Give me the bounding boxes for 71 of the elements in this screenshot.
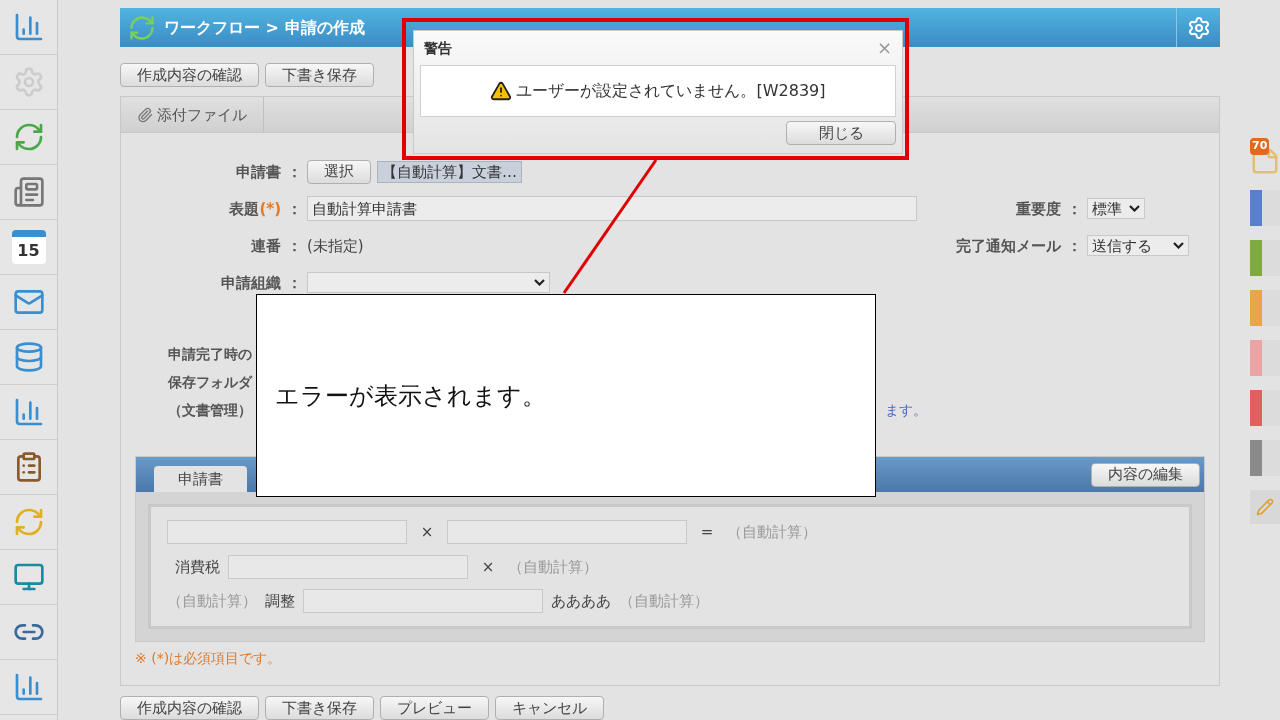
auto-calc-text: （自動計算） xyxy=(727,522,817,544)
paperclip-icon xyxy=(137,106,153,123)
note-text: 申請完了時の xyxy=(168,344,252,364)
color-tab[interactable] xyxy=(1250,440,1280,476)
dropdown[interactable]: 送信する xyxy=(1087,235,1189,257)
input-field[interactable] xyxy=(228,554,468,579)
action-button[interactable]: 作成内容の確認 xyxy=(120,696,259,720)
field-label: 連番 xyxy=(251,235,281,257)
action-button[interactable]: 作成内容の確認 xyxy=(120,63,259,88)
edit-button[interactable]: 内容の編集 xyxy=(1091,462,1200,487)
separator: ： xyxy=(1065,198,1083,220)
document-chip: 【自動計算】文書… xyxy=(377,160,522,183)
attachment-tab[interactable]: 添付ファイル xyxy=(121,97,264,133)
color-tab[interactable] xyxy=(1250,290,1280,326)
required-note: ※ (*)は必須項目です。 xyxy=(135,649,283,669)
chevron-icon xyxy=(1173,242,1184,250)
color-tab[interactable] xyxy=(1250,190,1280,226)
callout-text: エラーが表示されます。 xyxy=(275,380,546,412)
action-button[interactable]: プレビュー xyxy=(380,696,489,720)
field-label: 表題 xyxy=(229,198,260,220)
calendar-icon[interactable]: 15 xyxy=(11,230,46,264)
settings-icon[interactable] xyxy=(1186,15,1211,40)
input-field[interactable]: 自動計算申請書 xyxy=(307,196,917,222)
input-field[interactable] xyxy=(167,520,407,545)
separator: ： xyxy=(285,235,303,257)
dropdown[interactable] xyxy=(307,272,550,294)
chevron-icon xyxy=(1129,205,1140,213)
dialog-message: ユーザーが設定されていません。[W2839] xyxy=(516,80,826,102)
chevron-icon xyxy=(534,279,545,287)
separator: ： xyxy=(1065,235,1083,257)
field-label: 調整 xyxy=(264,591,296,613)
action-button[interactable]: キャンセル xyxy=(495,696,604,720)
close-dialog-button[interactable]: 閉じる xyxy=(786,121,896,145)
field-label: 重要度 xyxy=(1016,198,1061,220)
field-value: (未指定) xyxy=(307,235,364,257)
auto-calc-text: （自動計算） xyxy=(167,591,257,613)
monitor-icon[interactable] xyxy=(12,561,45,593)
workflow-icon xyxy=(128,13,156,42)
color-tab[interactable] xyxy=(1250,240,1280,276)
color-tab[interactable] xyxy=(1250,390,1280,426)
select-button[interactable]: 選択 xyxy=(307,159,371,184)
field-label: ああああ xyxy=(550,591,612,613)
pencil-icon[interactable] xyxy=(1256,498,1274,516)
separator: ： xyxy=(285,272,303,294)
field-label: 申請組織 xyxy=(221,272,281,294)
board-icon[interactable] xyxy=(12,176,45,208)
warning-icon xyxy=(490,80,513,102)
note-text: （文書管理） xyxy=(168,400,252,420)
breadcrumb: ワークフロー > 申請の作成 xyxy=(164,16,365,39)
field-label: 申請書 xyxy=(236,161,281,183)
action-button[interactable]: 下書き保存 xyxy=(265,696,374,720)
action-button[interactable]: 下書き保存 xyxy=(265,63,374,88)
separator: ： xyxy=(285,198,303,220)
link[interactable]: ます。 xyxy=(885,399,927,421)
auto-calc-text: （自動計算） xyxy=(619,591,709,613)
section-tab[interactable]: 申請書 xyxy=(154,466,247,493)
auto-calc-text: （自動計算） xyxy=(508,556,598,578)
field-label: 消費税 xyxy=(174,556,221,578)
input-field[interactable] xyxy=(303,589,543,614)
input-field[interactable] xyxy=(447,520,687,545)
operator: × xyxy=(480,556,496,578)
operator: × xyxy=(419,522,435,544)
note-text: 保存フォルダ xyxy=(168,372,252,392)
color-tab[interactable] xyxy=(1250,340,1280,376)
dropdown[interactable]: 標準 xyxy=(1087,198,1145,220)
count-badge: 70 xyxy=(1250,138,1270,155)
dialog-title: 警告 xyxy=(424,38,452,58)
separator: ： xyxy=(285,161,303,183)
field-label: 完了通知メール xyxy=(956,235,1061,257)
operator: = xyxy=(699,522,715,544)
required-mark: (*) xyxy=(259,198,281,220)
